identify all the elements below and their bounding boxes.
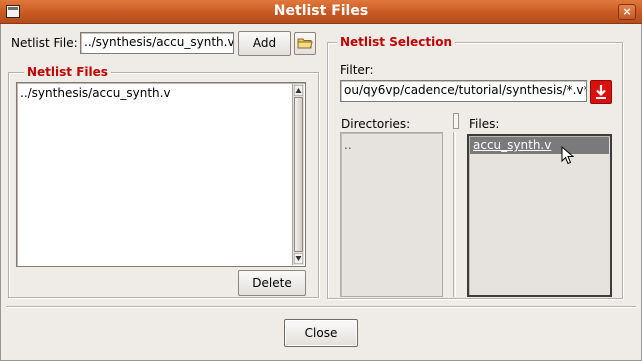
pane-divider[interactable] <box>453 132 456 297</box>
netlist-file-label: Netlist File: <box>11 36 78 50</box>
window-close-button[interactable]: × <box>618 4 636 20</box>
directories-list[interactable]: .. <box>340 132 443 297</box>
window-title: Netlist Files <box>273 3 369 19</box>
delete-button[interactable]: Delete <box>238 270 306 296</box>
add-button[interactable]: Add <box>238 31 291 56</box>
mouse-cursor-icon <box>561 146 575 165</box>
scroll-up-icon[interactable] <box>294 85 303 96</box>
footer-separator <box>6 306 636 307</box>
download-arrow-icon <box>596 85 606 99</box>
list-item-selected[interactable]: accu_synth.v <box>470 137 609 154</box>
scroll-thumb[interactable] <box>294 97 303 252</box>
close-button[interactable]: Close <box>284 319 358 347</box>
directories-label: Directories: <box>341 117 411 131</box>
netlist-files-list[interactable]: ../synthesis/accu_synth.v <box>16 82 306 267</box>
netlist-files-title: Netlist Files <box>24 65 111 79</box>
browse-button[interactable] <box>294 32 316 55</box>
files-label: Files: <box>469 117 500 131</box>
filter-input[interactable]: ou/qy6vp/cadence/tutorial/synthesis/*.v* <box>340 80 587 102</box>
close-button-label: Close <box>304 326 338 340</box>
list-item[interactable]: .. <box>344 138 352 152</box>
pane-splitter[interactable] <box>453 113 459 129</box>
files-list[interactable]: accu_synth.v <box>467 134 612 297</box>
scroll-down-icon[interactable] <box>294 253 303 264</box>
folder-icon <box>297 38 313 49</box>
list-item[interactable]: ../synthesis/accu_synth.v <box>20 86 171 100</box>
netlist-files-scrollbar[interactable] <box>292 84 304 265</box>
filter-label: Filter: <box>340 63 374 77</box>
filter-apply-button[interactable] <box>590 80 612 104</box>
title-bar: Netlist Files × <box>0 0 642 24</box>
netlist-selection-title: Netlist Selection <box>337 35 455 49</box>
netlist-file-input[interactable]: ../synthesis/accu_synth.v <box>80 32 234 54</box>
